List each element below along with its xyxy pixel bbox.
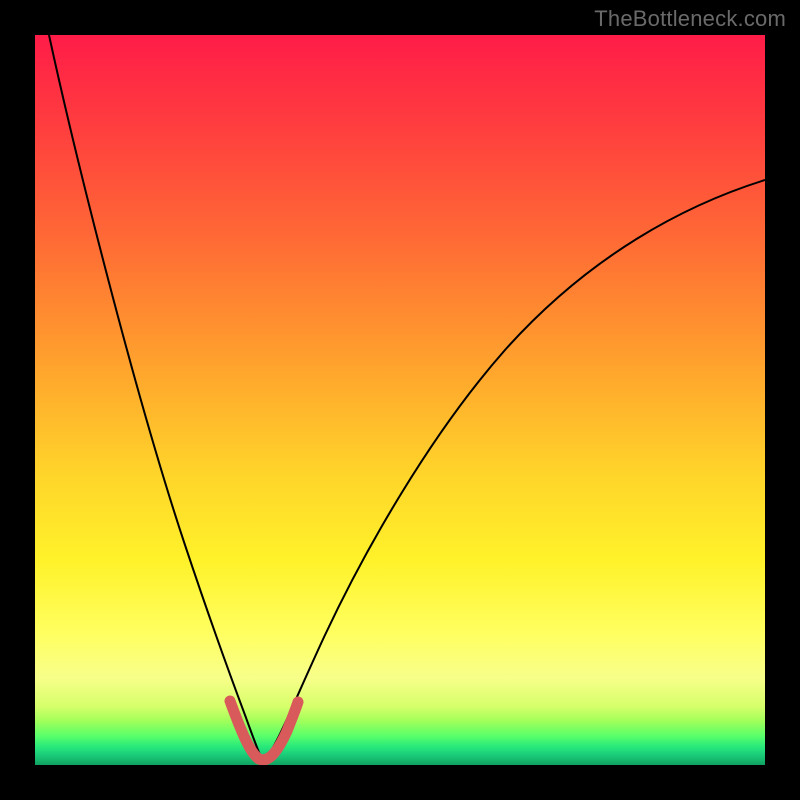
curve-left-branch (49, 35, 261, 757)
chart-frame: TheBottleneck.com (0, 0, 800, 800)
watermark-text: TheBottleneck.com (594, 6, 786, 32)
curve-right-branch (267, 180, 765, 757)
curve-valley-highlight (230, 701, 298, 760)
plot-area (35, 35, 765, 765)
curve-layer (35, 35, 765, 765)
